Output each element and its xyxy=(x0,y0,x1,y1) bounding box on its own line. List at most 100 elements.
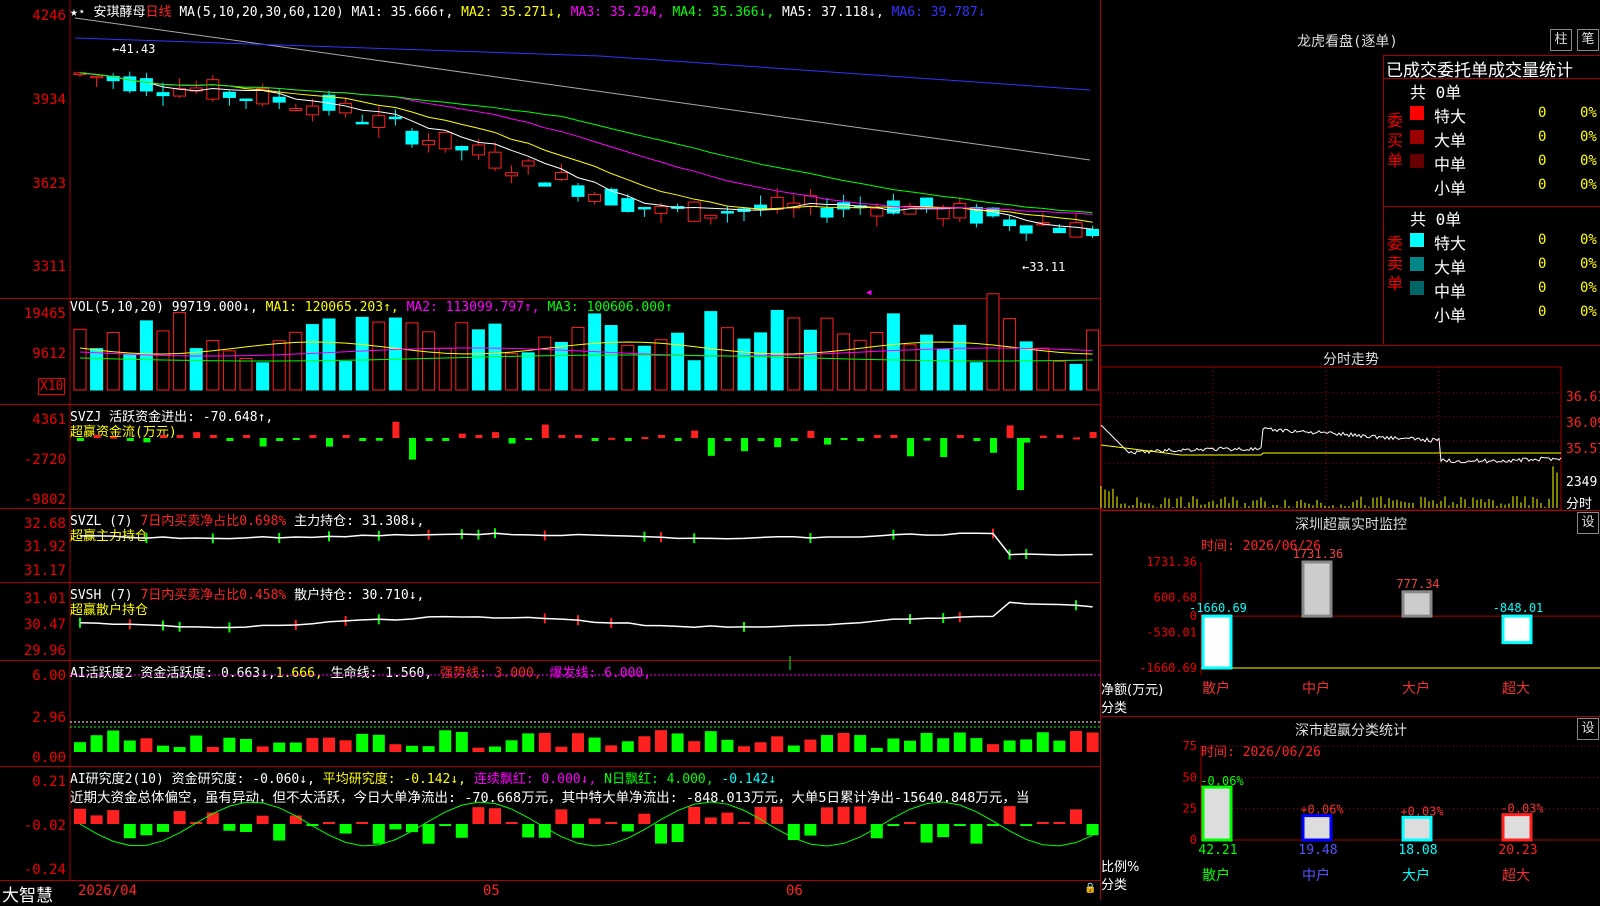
sell-total: 共 0单 xyxy=(1410,210,1462,229)
research-bar xyxy=(206,812,219,824)
volume-chart[interactable] xyxy=(0,293,1100,404)
research-bar xyxy=(887,824,900,826)
monitor-panel[interactable]: 深圳超赢实时监控 设 时间: 2026/06/26 净额(万元) 分类 1731… xyxy=(1100,510,1600,717)
candle xyxy=(222,91,236,98)
activity-bar xyxy=(256,746,269,752)
candle xyxy=(704,214,718,219)
monitor-bar xyxy=(1301,560,1333,618)
classify-category: 散户 xyxy=(1202,867,1230,884)
monitor-category: 大户 xyxy=(1402,680,1430,697)
order-type: 特大 xyxy=(1434,234,1467,253)
order-type: 小单 xyxy=(1434,179,1467,198)
bar-mode-button[interactable]: 柱 xyxy=(1550,29,1572,51)
flow-bar xyxy=(624,438,632,441)
order-stat-row: 中单 0 0% xyxy=(1410,151,1600,174)
research-bar xyxy=(140,824,153,836)
candle xyxy=(355,121,369,125)
svsh-chart[interactable] xyxy=(0,582,1100,660)
intraday-panel[interactable]: 分时走势 36.61 36.09 35.57 2349 分时 xyxy=(1100,345,1600,512)
activity-bar xyxy=(621,741,634,752)
candlestick-chart[interactable] xyxy=(0,0,1100,298)
ai-active-panel[interactable]: AI活跃度2 资金活跃度: 0.663↓,1.666, 生命线: 1.560, … xyxy=(0,656,1100,767)
order-count: 0 xyxy=(1538,129,1547,145)
lock-icon[interactable]: 🔒 xyxy=(1084,883,1096,894)
activity-bar xyxy=(157,745,169,752)
flow-bar xyxy=(591,438,599,441)
dragon-subtitle-box: 已成交委托单成交量统计 xyxy=(1383,55,1600,81)
volume-bar xyxy=(720,327,734,391)
order-type: 大单 xyxy=(1434,258,1467,277)
ma6-line xyxy=(74,37,1091,91)
monitor-bar xyxy=(1401,590,1433,618)
dragon-subtitle: 已成交委托单成交量统计 xyxy=(1386,61,1573,81)
flow-bar xyxy=(890,435,898,438)
brand-logo[interactable]: 大智慧 xyxy=(2,881,53,906)
svzj-chart[interactable] xyxy=(0,404,1100,508)
svsh-panel[interactable]: SVSH (7) 7日内买卖净占比0.458% 散户持仓: 30.710↓, 超… xyxy=(0,582,1100,661)
ai-research-panel[interactable]: AI研究度2(10) 资金研究度: -0.060↓, 平均研究度: -0.142… xyxy=(0,766,1100,881)
volume-bar xyxy=(671,332,685,391)
candle xyxy=(687,201,701,222)
volume-bar xyxy=(737,338,751,391)
volume-panel[interactable]: VOL(5,10,20) 99719.000↓, MA1: 120065.203… xyxy=(0,293,1100,405)
order-count: 0 xyxy=(1538,256,1547,272)
research-bar xyxy=(323,822,335,824)
order-type: 中单 xyxy=(1434,155,1467,174)
flow-bar xyxy=(774,438,782,448)
activity-bar xyxy=(837,732,850,752)
classify-bar xyxy=(1201,785,1233,842)
svzl-panel[interactable]: SVZL (7) 7日内买卖净占比0.698% 主力持仓: 31.308↓, 超… xyxy=(0,508,1100,583)
activity-bar xyxy=(356,733,369,752)
volume-bar xyxy=(73,328,87,391)
research-bar xyxy=(1003,806,1016,824)
order-color-swatch xyxy=(1410,106,1424,120)
flow-bar xyxy=(292,438,300,440)
volume-bar xyxy=(222,350,236,391)
volume-bar xyxy=(886,313,900,391)
research-bar xyxy=(655,824,667,844)
candle xyxy=(837,202,851,210)
research-bar xyxy=(489,808,501,824)
activity-bar xyxy=(754,742,767,752)
flow-bar xyxy=(243,435,250,438)
svzj-panel[interactable]: SVZJ 活跃资金进出: -70.648↑, 超赢资金流(万元) 4361 -2… xyxy=(0,404,1100,509)
volume-bar xyxy=(687,360,701,391)
volume-bar xyxy=(903,344,917,391)
flow-bar xyxy=(973,438,981,441)
monitor-chart[interactable]: 1731.36600.680-530.01-1660.69-1660.69散户1… xyxy=(1101,510,1600,716)
candle xyxy=(90,75,104,79)
activity-bar xyxy=(472,747,485,752)
activity-bar xyxy=(140,738,153,752)
activity-bar xyxy=(372,734,385,752)
research-bar xyxy=(937,824,950,838)
flow-bar xyxy=(940,438,948,458)
volume-bar xyxy=(305,324,319,391)
research-bar xyxy=(987,824,999,826)
research-bar xyxy=(854,806,867,824)
tick-mode-button[interactable]: 笔 xyxy=(1577,29,1599,51)
research-bar xyxy=(472,807,485,824)
intraday-chart[interactable] xyxy=(1100,345,1600,511)
price-line xyxy=(1100,424,1562,464)
order-color-swatch xyxy=(1410,154,1424,168)
flow-bar xyxy=(558,435,566,438)
order-pct: 0% xyxy=(1580,280,1597,296)
ai-active-chart[interactable] xyxy=(0,656,1100,766)
ai-research-chart[interactable] xyxy=(0,766,1100,880)
order-color-swatch xyxy=(1410,233,1424,247)
candle xyxy=(1086,228,1100,237)
price-panel[interactable]: ★⋆ 安琪酵母日线 MA(5,10,20,30,60,120) MA1: 35.… xyxy=(0,0,1100,299)
classify-panel[interactable]: 深市超赢分类统计 设 时间: 2026/06/26 比例% 分类 75 50 25 0… xyxy=(1100,716,1600,900)
research-bar xyxy=(621,824,634,832)
activity-bar xyxy=(721,739,734,752)
activity-bar xyxy=(854,735,867,752)
classify-chart[interactable]: 75 50 25 0 -0.06% 42.21 散户 +0.06% 19.48 中户 +0.03% 1… xyxy=(1101,716,1600,900)
flow-bar xyxy=(392,421,400,438)
order-color-swatch xyxy=(1410,281,1424,295)
flow-bar xyxy=(658,435,665,438)
monitor-value-label: 1731.36 xyxy=(1293,547,1344,561)
research-bar xyxy=(804,824,817,836)
svzl-chart[interactable] xyxy=(0,508,1100,582)
time-axis-month: 06 xyxy=(786,883,803,899)
research-bar xyxy=(688,806,701,824)
